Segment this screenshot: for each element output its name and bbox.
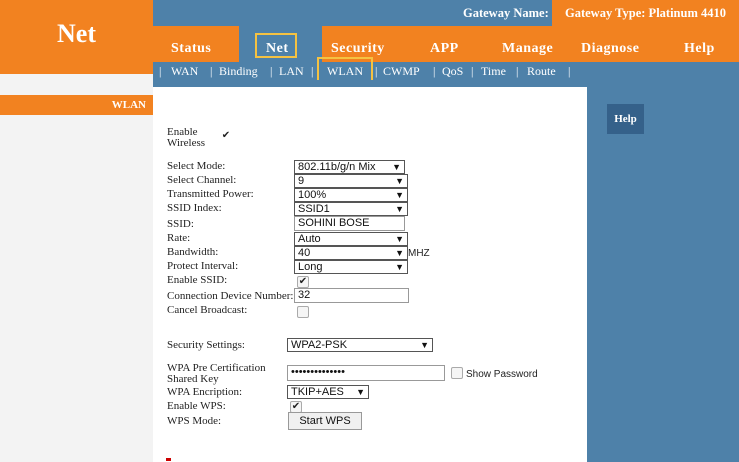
sidebar-item-wlan[interactable]: WLAN <box>0 95 153 115</box>
select-mode-label: Select Mode: <box>167 160 226 172</box>
subnav-wan[interactable]: WAN <box>171 64 198 79</box>
nav-status[interactable]: Status <box>171 41 211 57</box>
nav-security[interactable]: Security <box>331 41 385 57</box>
subnav-cwmp[interactable]: CWMP <box>383 64 420 79</box>
transmitted-power-dropdown[interactable]: 100% ▼ <box>294 188 408 202</box>
checkmark-icon: ✔ <box>291 401 301 412</box>
start-wps-button[interactable]: Start WPS <box>288 412 362 430</box>
nav-diagnose[interactable]: Diagnose <box>581 41 639 57</box>
select-mode-dropdown[interactable]: 802.11b/g/n Mix ▼ <box>294 160 405 174</box>
ssid-index-label: SSID Index: <box>167 202 222 214</box>
ssid-index-dropdown[interactable]: SSID1 ▼ <box>294 202 408 216</box>
dropdown-arrow-icon: ▼ <box>392 162 401 172</box>
protect-interval-label: Protect Interval: <box>167 260 239 272</box>
ssid-input[interactable]: SOHINI BOSE <box>294 216 405 231</box>
subnav-separator: | <box>270 64 273 78</box>
nav-help[interactable]: Help <box>684 41 715 57</box>
wpa-key-label-line2: Shared Key <box>167 373 219 385</box>
bandwidth-label: Bandwidth: <box>167 246 219 258</box>
subnav-separator: | <box>375 64 378 78</box>
subnav-separator: | <box>516 64 519 78</box>
enable-ssid-label: Enable SSID: <box>167 274 228 286</box>
ssid-index-value: SSID1 <box>298 203 330 215</box>
wpa-encryption-value: TKIP+AES <box>291 386 344 398</box>
subnav-separator: | <box>568 64 571 78</box>
select-channel-value: 9 <box>298 175 305 187</box>
wpa-key-input[interactable]: •••••••••••••• <box>287 365 445 381</box>
enable-wps-label: Enable WPS: <box>167 400 226 412</box>
dropdown-arrow-icon: ▼ <box>420 340 429 350</box>
dropdown-arrow-icon: ▼ <box>356 387 365 397</box>
ssid-label: SSID: <box>167 218 194 230</box>
subnav-separator: | <box>433 64 436 78</box>
security-settings-value: WPA2-PSK <box>291 339 348 351</box>
rate-label: Rate: <box>167 232 191 244</box>
checkmark-icon: ✔ <box>298 276 308 287</box>
main-nav: Status Net Security APP Manage Diagnose … <box>153 26 739 62</box>
red-marker <box>166 458 171 461</box>
wps-mode-label: WPS Mode: <box>167 415 222 427</box>
subnav-separator: | <box>159 64 162 78</box>
gateway-type-label: Gateway Type: Platinum 4410 <box>552 0 739 26</box>
security-settings-label: Security Settings: <box>167 339 245 351</box>
protect-interval-value: Long <box>298 261 323 273</box>
checkmark-icon: ✔ <box>221 130 231 141</box>
nav-active-highlight <box>255 33 297 58</box>
connection-device-number-input[interactable]: 32 <box>294 288 409 303</box>
subnav-separator: | <box>471 64 474 78</box>
rate-value: Auto <box>298 233 321 245</box>
wpa-encryption-dropdown[interactable]: TKIP+AES ▼ <box>287 385 369 399</box>
cancel-broadcast-label: Cancel Broadcast: <box>167 304 248 316</box>
protect-interval-dropdown[interactable]: Long ▼ <box>294 260 408 274</box>
help-button[interactable]: Help <box>607 104 644 134</box>
subnav-separator: | <box>311 64 314 78</box>
select-channel-dropdown[interactable]: 9 ▼ <box>294 174 408 188</box>
enable-ssid-checkbox[interactable]: ✔ <box>297 276 309 288</box>
security-settings-dropdown[interactable]: WPA2-PSK ▼ <box>287 338 433 352</box>
enable-wireless-checkbox[interactable]: ✔ <box>221 131 231 141</box>
select-mode-value: 802.11b/g/n Mix <box>298 161 376 173</box>
left-sidebar: WLAN <box>0 74 153 462</box>
transmitted-power-value: 100% <box>298 189 327 201</box>
wpa-encryption-label: WPA Encription: <box>167 386 243 398</box>
subnav-route[interactable]: Route <box>527 64 556 79</box>
dropdown-arrow-icon: ▼ <box>395 234 404 244</box>
dropdown-arrow-icon: ▼ <box>395 248 404 258</box>
connection-device-number-label: Connection Device Number: <box>167 290 294 302</box>
nav-manage[interactable]: Manage <box>502 41 553 57</box>
help-panel: Help <box>587 80 739 462</box>
show-password-checkbox[interactable] <box>451 367 463 379</box>
subnav-lan[interactable]: LAN <box>279 64 304 79</box>
sub-nav: | WAN | Binding | LAN | WLAN | CWMP | Qo… <box>153 57 739 86</box>
rate-dropdown[interactable]: Auto ▼ <box>294 232 408 246</box>
subnav-binding[interactable]: Binding <box>219 64 258 79</box>
select-channel-label: Select Channel: <box>167 174 237 186</box>
subnav-time[interactable]: Time <box>481 64 506 79</box>
dropdown-arrow-icon: ▼ <box>395 176 404 186</box>
enable-wireless-label-line2: Wireless <box>167 137 206 149</box>
gateway-name-label: Gateway Name: <box>463 6 549 20</box>
cancel-broadcast-checkbox[interactable] <box>297 306 309 318</box>
bandwidth-value: 40 <box>298 247 311 259</box>
transmitted-power-label: Transmitted Power: <box>167 188 254 200</box>
bandwidth-unit: MHZ <box>408 248 430 259</box>
logo: Net <box>0 0 153 74</box>
subnav-separator: | <box>210 64 213 78</box>
dropdown-arrow-icon: ▼ <box>395 190 404 200</box>
show-password-label: Show Password <box>466 369 538 380</box>
subnav-qos[interactable]: QoS <box>442 64 463 79</box>
nav-app[interactable]: APP <box>430 41 459 57</box>
dropdown-arrow-icon: ▼ <box>395 262 404 272</box>
dropdown-arrow-icon: ▼ <box>395 204 404 214</box>
bandwidth-dropdown[interactable]: 40 ▼ <box>294 246 408 260</box>
top-bar: Gateway Name: Gateway Type: Platinum 441… <box>153 0 739 26</box>
